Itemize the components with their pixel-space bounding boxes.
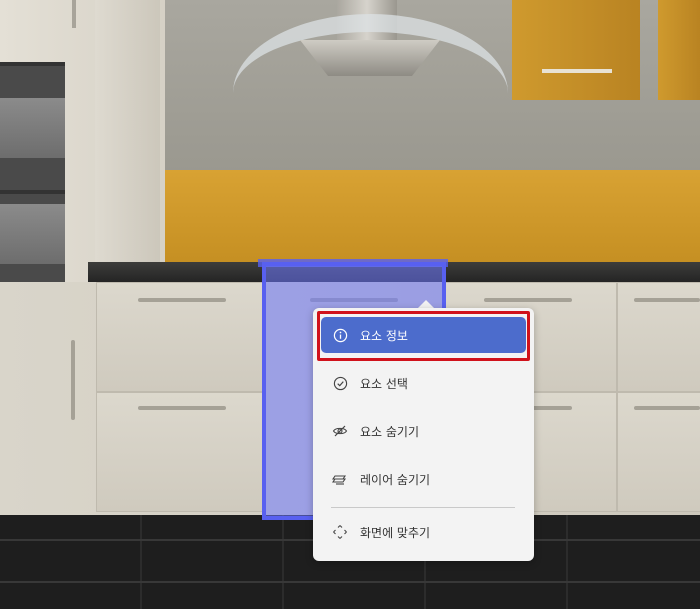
menu-item-hide-element[interactable]: 요소 숨기기 (321, 413, 526, 449)
cabinet-handle (138, 298, 226, 302)
upper-cabinet (658, 0, 700, 100)
cabinet-handle (542, 69, 612, 73)
cabinet-side-panel (95, 0, 160, 285)
floor-grout (0, 581, 700, 583)
menu-item-fit-to-screen[interactable]: 화면에 맞추기 (321, 514, 526, 550)
highlight-box (317, 311, 530, 361)
cabinet-handle (634, 406, 700, 410)
oven-upper (0, 62, 65, 191)
layers-icon (332, 471, 348, 487)
menu-item-label: 화면에 맞추기 (360, 525, 431, 540)
menu-item-hide-layer[interactable]: 레이어 숨기기 (321, 461, 526, 497)
menu-divider (331, 507, 515, 508)
cabinet-handle (634, 298, 700, 302)
menu-item-select-element[interactable]: 요소 선택 (321, 365, 526, 401)
oven-glass (0, 204, 65, 264)
oven-glass (0, 98, 65, 158)
cabinet-door (96, 392, 263, 512)
cabinet-door (617, 392, 700, 512)
oven-lower (0, 190, 65, 286)
cabinet-handle (138, 406, 226, 410)
menu-item-label: 요소 선택 (360, 376, 408, 391)
upper-cabinet (512, 0, 640, 100)
cabinet-handle (484, 298, 572, 302)
cabinet-handle (72, 0, 76, 28)
fit-screen-icon (332, 524, 348, 540)
eye-off-icon (332, 423, 348, 439)
tall-cabinet (0, 0, 165, 286)
menu-item-label: 레이어 숨기기 (360, 472, 431, 487)
menu-item-label: 요소 숨기기 (360, 424, 420, 439)
check-circle-icon (332, 375, 348, 391)
backsplash (160, 170, 700, 265)
cabinet-handle (71, 340, 75, 420)
